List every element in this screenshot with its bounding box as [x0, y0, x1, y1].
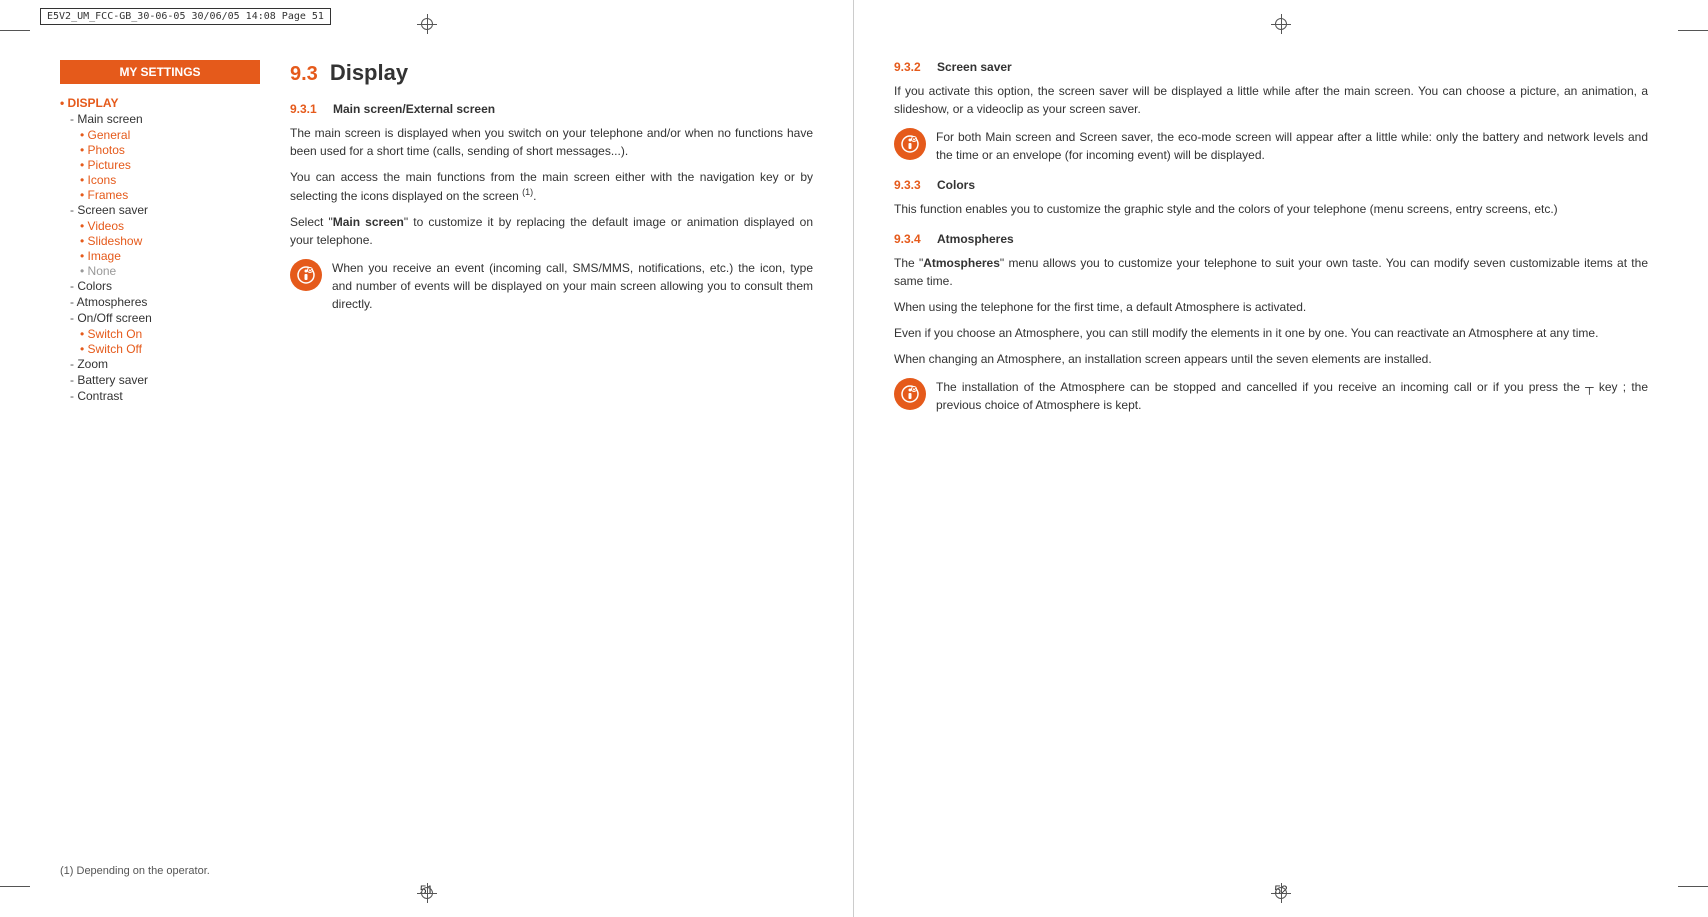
- sidebar-sub-switch-on[interactable]: Switch On: [60, 327, 260, 341]
- note-text-932: For both Main screen and Screen saver, t…: [936, 128, 1648, 164]
- sidebar-item-screen-saver[interactable]: Screen saver: [60, 203, 260, 217]
- subsection-932: 9.3.2 Screen saver If you activate this …: [894, 60, 1648, 164]
- subsection-934-num: 9.3.4: [894, 232, 929, 246]
- edge-mark-top-right: [1678, 30, 1708, 31]
- note-icon-931: [290, 259, 322, 291]
- section-header: 9.3 Display: [290, 60, 813, 86]
- subsection-934-title: Atmospheres: [937, 232, 1014, 246]
- note-icon-932: [894, 128, 926, 160]
- subsection-933-title: Colors: [937, 178, 975, 192]
- page-right: 9.3.2 Screen saver If you activate this …: [854, 0, 1708, 917]
- page-left: E5V2_UM_FCC-GB_30-06-05 30/06/05 14:08 P…: [0, 0, 854, 917]
- crosshair-top-right: [1271, 14, 1291, 34]
- subsection-932-header: 9.3.2 Screen saver: [894, 60, 1648, 74]
- subsection-934-para4: When changing an Atmosphere, an installa…: [894, 350, 1648, 368]
- sidebar-sub-icons[interactable]: Icons: [60, 173, 260, 187]
- sidebar-sub-image[interactable]: Image: [60, 249, 260, 263]
- section-title: Display: [330, 60, 408, 86]
- sidebar-item-atmospheres[interactable]: Atmospheres: [60, 295, 260, 309]
- sidebar-sub-switch-off[interactable]: Switch Off: [60, 342, 260, 356]
- section-num: 9.3: [290, 63, 318, 86]
- note-text-934: The installation of the Atmosphere can b…: [936, 378, 1648, 414]
- subsection-934-para2: When using the telephone for the first t…: [894, 298, 1648, 316]
- main-content-left: 9.3 Display 9.3.1 Main screen/External s…: [290, 60, 813, 877]
- sidebar-title: MY SETTINGS: [60, 60, 260, 84]
- note-box-931: When you receive an event (incoming call…: [290, 259, 813, 313]
- edge-mark-bottom-left: [0, 886, 30, 887]
- subsection-933: 9.3.3 Colors This function enables you t…: [894, 178, 1648, 218]
- crosshair-bottom-left: [417, 883, 437, 903]
- subsection-932-num: 9.3.2: [894, 60, 929, 74]
- sidebar-item-onoff-screen[interactable]: On/Off screen: [60, 311, 260, 325]
- sidebar-item-contrast[interactable]: Contrast: [60, 389, 260, 403]
- subsection-933-num: 9.3.3: [894, 178, 929, 192]
- sidebar-item-battery-saver[interactable]: Battery saver: [60, 373, 260, 387]
- sidebar-sub-none[interactable]: None: [60, 264, 260, 278]
- crosshair-top: [417, 14, 437, 34]
- subsection-934-header: 9.3.4 Atmospheres: [894, 232, 1648, 246]
- subsection-934-para3: Even if you choose an Atmosphere, you ca…: [894, 324, 1648, 342]
- note-box-934: The installation of the Atmosphere can b…: [894, 378, 1648, 414]
- sidebar-item-colors[interactable]: Colors: [60, 279, 260, 293]
- note-icon-934: [894, 378, 926, 410]
- sidebar-sub-general[interactable]: General: [60, 128, 260, 142]
- book-spread: E5V2_UM_FCC-GB_30-06-05 30/06/05 14:08 P…: [0, 0, 1708, 917]
- subsection-931-para3: Select "Main screen" to customize it by …: [290, 213, 813, 249]
- sidebar-sub-videos[interactable]: Videos: [60, 219, 260, 233]
- sidebar-category-display: • DISPLAY: [60, 96, 260, 110]
- footer-note: (1) Depending on the operator.: [60, 865, 210, 877]
- subsection-932-title: Screen saver: [937, 60, 1012, 74]
- sidebar-sub-frames[interactable]: Frames: [60, 188, 260, 202]
- edge-mark-top-left: [0, 30, 30, 31]
- sidebar: MY SETTINGS • DISPLAY Main screen Genera…: [60, 60, 260, 877]
- sidebar-sub-photos[interactable]: Photos: [60, 143, 260, 157]
- subsection-932-para1: If you activate this option, the screen …: [894, 82, 1648, 118]
- subsection-934-para1: The "Atmospheres" menu allows you to cus…: [894, 254, 1648, 290]
- subsection-931-para1: The main screen is displayed when you sw…: [290, 124, 813, 160]
- subsection-931: 9.3.1 Main screen/External screen The ma…: [290, 102, 813, 313]
- subsection-933-header: 9.3.3 Colors: [894, 178, 1648, 192]
- page-header: E5V2_UM_FCC-GB_30-06-05 30/06/05 14:08 P…: [40, 8, 331, 25]
- subsection-933-para1: This function enables you to customize t…: [894, 200, 1648, 218]
- left-content: MY SETTINGS • DISPLAY Main screen Genera…: [60, 60, 813, 877]
- subsection-931-header: 9.3.1 Main screen/External screen: [290, 102, 813, 116]
- subsection-931-para2: You can access the main functions from t…: [290, 168, 813, 205]
- edge-mark-bottom-right: [1678, 886, 1708, 887]
- sidebar-sub-pictures[interactable]: Pictures: [60, 158, 260, 172]
- note-box-932: For both Main screen and Screen saver, t…: [894, 128, 1648, 164]
- crosshair-bottom-right: [1271, 883, 1291, 903]
- sidebar-item-main-screen[interactable]: Main screen: [60, 112, 260, 126]
- sidebar-item-zoom[interactable]: Zoom: [60, 357, 260, 371]
- sidebar-display-section: • DISPLAY Main screen General Photos Pic…: [60, 96, 260, 403]
- note-text-931: When you receive an event (incoming call…: [332, 259, 813, 313]
- sidebar-sub-slideshow[interactable]: Slideshow: [60, 234, 260, 248]
- subsection-931-title: Main screen/External screen: [333, 102, 495, 116]
- subsection-934: 9.3.4 Atmospheres The "Atmospheres" menu…: [894, 232, 1648, 414]
- subsection-931-num: 9.3.1: [290, 102, 325, 116]
